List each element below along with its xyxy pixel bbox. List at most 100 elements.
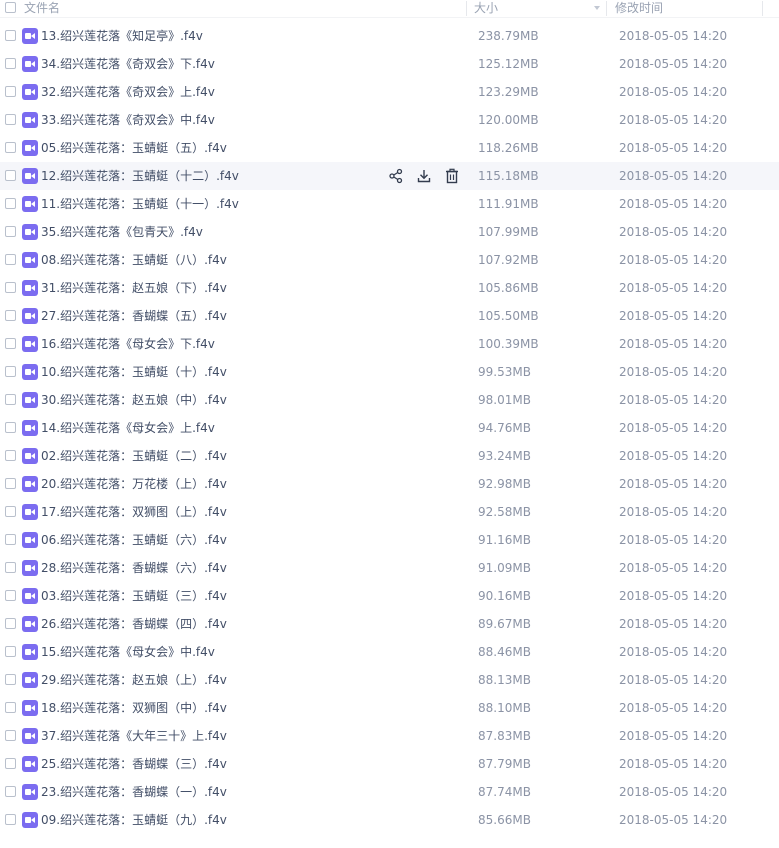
file-row[interactable]: 11.绍兴莲花落：玉蜻蜓（十一）.f4v 111.91MB 2018-05-05… — [0, 190, 779, 218]
file-row[interactable]: 14.绍兴莲花落《母女会》上.f4v 94.76MB 2018-05-05 14… — [0, 414, 779, 442]
row-checkbox[interactable] — [5, 226, 16, 237]
file-name[interactable]: 35.绍兴莲花落《包青天》.f4v — [41, 218, 203, 246]
file-row[interactable]: 31.绍兴莲花落：赵五娘（下）.f4v 105.86MB 2018-05-05 … — [0, 274, 779, 302]
file-row[interactable]: 10.绍兴莲花落：玉蜻蜓（十）.f4v 99.53MB 2018-05-05 1… — [0, 358, 779, 386]
file-name[interactable]: 12.绍兴莲花落：玉蜻蜓（十二）.f4v — [41, 162, 239, 190]
row-checkbox[interactable] — [5, 254, 16, 265]
file-row[interactable]: 28.绍兴莲花落：香蝴蝶（六）.f4v 91.09MB 2018-05-05 1… — [0, 554, 779, 582]
file-row[interactable]: 18.绍兴莲花落：双狮图（中）.f4v 88.10MB 2018-05-05 1… — [0, 694, 779, 722]
file-row[interactable]: 13.绍兴莲花落《知足亭》.f4v 238.79MB 2018-05-05 14… — [0, 22, 779, 50]
sort-desc-icon[interactable] — [594, 6, 600, 10]
row-checkbox[interactable] — [5, 198, 16, 209]
file-name[interactable]: 32.绍兴莲花落《奇双会》上.f4v — [41, 78, 215, 106]
file-name[interactable]: 30.绍兴莲花落：赵五娘（中）.f4v — [41, 386, 227, 414]
row-checkbox[interactable] — [5, 142, 16, 153]
file-row[interactable]: 37.绍兴莲花落《大年三十》上.f4v 87.83MB 2018-05-05 1… — [0, 722, 779, 750]
row-checkbox[interactable] — [5, 30, 16, 41]
row-checkbox[interactable] — [5, 646, 16, 657]
file-name[interactable]: 18.绍兴莲花落：双狮图（中）.f4v — [41, 694, 227, 722]
column-resize-handle[interactable] — [466, 1, 467, 16]
file-row[interactable]: 34.绍兴莲花落《奇双会》下.f4v 125.12MB 2018-05-05 1… — [0, 50, 779, 78]
column-resize-handle[interactable] — [762, 1, 763, 16]
row-checkbox[interactable] — [5, 534, 16, 545]
row-checkbox[interactable] — [5, 506, 16, 517]
file-row[interactable]: 03.绍兴莲花落：玉蜻蜓（三）.f4v 90.16MB 2018-05-05 1… — [0, 582, 779, 610]
row-checkbox[interactable] — [5, 674, 16, 685]
file-row[interactable]: 17.绍兴莲花落：双狮图（上）.f4v 92.58MB 2018-05-05 1… — [0, 498, 779, 526]
file-row[interactable]: 25.绍兴莲花落：香蝴蝶（三）.f4v 87.79MB 2018-05-05 1… — [0, 750, 779, 778]
row-checkbox[interactable] — [5, 730, 16, 741]
file-name[interactable]: 29.绍兴莲花落：赵五娘（上）.f4v — [41, 666, 227, 694]
file-row[interactable]: 15.绍兴莲花落《母女会》中.f4v 88.46MB 2018-05-05 14… — [0, 638, 779, 666]
file-row[interactable]: 12.绍兴莲花落：玉蜻蜓（十二）.f4v 115.18MB 2018-05-05… — [0, 162, 779, 190]
row-checkbox[interactable] — [5, 786, 16, 797]
row-checkbox[interactable] — [5, 338, 16, 349]
row-checkbox[interactable] — [5, 618, 16, 629]
file-name[interactable]: 03.绍兴莲花落：玉蜻蜓（三）.f4v — [41, 582, 227, 610]
file-row[interactable]: 27.绍兴莲花落：香蝴蝶（五）.f4v 105.50MB 2018-05-05 … — [0, 302, 779, 330]
row-checkbox[interactable] — [5, 58, 16, 69]
file-name[interactable]: 11.绍兴莲花落：玉蜻蜓（十一）.f4v — [41, 190, 239, 218]
file-name[interactable]: 14.绍兴莲花落《母女会》上.f4v — [41, 414, 215, 442]
file-row[interactable]: 35.绍兴莲花落《包青天》.f4v 107.99MB 2018-05-05 14… — [0, 218, 779, 246]
row-checkbox[interactable] — [5, 310, 16, 321]
file-row[interactable]: 16.绍兴莲花落《母女会》下.f4v 100.39MB 2018-05-05 1… — [0, 330, 779, 358]
select-all-checkbox[interactable] — [5, 2, 16, 13]
file-row[interactable]: 02.绍兴莲花落：玉蜻蜓（二）.f4v 93.24MB 2018-05-05 1… — [0, 442, 779, 470]
row-checkbox[interactable] — [5, 590, 16, 601]
file-name[interactable]: 28.绍兴莲花落：香蝴蝶（六）.f4v — [41, 554, 227, 582]
column-header-modified-time[interactable]: 修改时间 — [615, 0, 663, 17]
file-row[interactable]: 08.绍兴莲花落：玉蜻蜓（八）.f4v 107.92MB 2018-05-05 … — [0, 246, 779, 274]
file-name[interactable]: 33.绍兴莲花落《奇双会》中.f4v — [41, 106, 215, 134]
file-name[interactable]: 05.绍兴莲花落：玉蜻蜓（五）.f4v — [41, 134, 227, 162]
file-name[interactable]: 15.绍兴莲花落《母女会》中.f4v — [41, 638, 215, 666]
file-modified-time: 2018-05-05 14:20 — [619, 169, 728, 183]
row-checkbox[interactable] — [5, 814, 16, 825]
file-row[interactable]: 30.绍兴莲花落：赵五娘（中）.f4v 98.01MB 2018-05-05 1… — [0, 386, 779, 414]
row-checkbox[interactable] — [5, 702, 16, 713]
file-name[interactable]: 23.绍兴莲花落：香蝴蝶（一）.f4v — [41, 778, 227, 806]
file-name[interactable]: 16.绍兴莲花落《母女会》下.f4v — [41, 330, 215, 358]
row-checkbox[interactable] — [5, 478, 16, 489]
row-checkbox[interactable] — [5, 114, 16, 125]
row-checkbox[interactable] — [5, 86, 16, 97]
row-checkbox[interactable] — [5, 758, 16, 769]
file-name[interactable]: 09.绍兴莲花落：玉蜻蜓（九）.f4v — [41, 806, 227, 834]
download-icon[interactable] — [416, 168, 432, 184]
row-checkbox[interactable] — [5, 562, 16, 573]
file-row[interactable]: 20.绍兴莲花落：万花楼（上）.f4v 92.98MB 2018-05-05 1… — [0, 470, 779, 498]
row-checkbox[interactable] — [5, 450, 16, 461]
file-name[interactable]: 06.绍兴莲花落：玉蜻蜓（六）.f4v — [41, 526, 227, 554]
file-row[interactable]: 09.绍兴莲花落：玉蜻蜓（九）.f4v 85.66MB 2018-05-05 1… — [0, 806, 779, 834]
file-name[interactable]: 20.绍兴莲花落：万花楼（上）.f4v — [41, 470, 227, 498]
file-size: 89.67MB — [478, 617, 531, 631]
file-row[interactable]: 26.绍兴莲花落：香蝴蝶（四）.f4v 89.67MB 2018-05-05 1… — [0, 610, 779, 638]
row-checkbox[interactable] — [5, 170, 16, 181]
file-row[interactable]: 29.绍兴莲花落：赵五娘（上）.f4v 88.13MB 2018-05-05 1… — [0, 666, 779, 694]
file-row[interactable]: 23.绍兴莲花落：香蝴蝶（一）.f4v 87.74MB 2018-05-05 1… — [0, 778, 779, 806]
file-name[interactable]: 37.绍兴莲花落《大年三十》上.f4v — [41, 722, 227, 750]
file-name[interactable]: 27.绍兴莲花落：香蝴蝶（五）.f4v — [41, 302, 227, 330]
file-row[interactable]: 33.绍兴莲花落《奇双会》中.f4v 120.00MB 2018-05-05 1… — [0, 106, 779, 134]
file-row[interactable]: 05.绍兴莲花落：玉蜻蜓（五）.f4v 118.26MB 2018-05-05 … — [0, 134, 779, 162]
file-name[interactable]: 13.绍兴莲花落《知足亭》.f4v — [41, 22, 203, 50]
file-name[interactable]: 31.绍兴莲花落：赵五娘（下）.f4v — [41, 274, 227, 302]
column-header-size[interactable]: 大小 — [474, 0, 498, 17]
row-checkbox[interactable] — [5, 422, 16, 433]
file-name[interactable]: 25.绍兴莲花落：香蝴蝶（三）.f4v — [41, 750, 227, 778]
file-name[interactable]: 02.绍兴莲花落：玉蜻蜓（二）.f4v — [41, 442, 227, 470]
file-name[interactable]: 34.绍兴莲花落《奇双会》下.f4v — [41, 50, 215, 78]
column-header-name[interactable]: 文件名 — [24, 0, 60, 17]
row-checkbox[interactable] — [5, 394, 16, 405]
row-checkbox[interactable] — [5, 366, 16, 377]
row-checkbox[interactable] — [5, 282, 16, 293]
file-name[interactable]: 17.绍兴莲花落：双狮图（上）.f4v — [41, 498, 227, 526]
column-resize-handle[interactable] — [606, 1, 607, 16]
file-name[interactable]: 10.绍兴莲花落：玉蜻蜓（十）.f4v — [41, 358, 227, 386]
trash-icon[interactable] — [444, 168, 460, 184]
file-row[interactable]: 06.绍兴莲花落：玉蜻蜓（六）.f4v 91.16MB 2018-05-05 1… — [0, 526, 779, 554]
share-icon[interactable] — [388, 168, 404, 184]
file-row[interactable]: 32.绍兴莲花落《奇双会》上.f4v 123.29MB 2018-05-05 1… — [0, 78, 779, 106]
file-name[interactable]: 08.绍兴莲花落：玉蜻蜓（八）.f4v — [41, 246, 227, 274]
file-name[interactable]: 26.绍兴莲花落：香蝴蝶（四）.f4v — [41, 610, 227, 638]
